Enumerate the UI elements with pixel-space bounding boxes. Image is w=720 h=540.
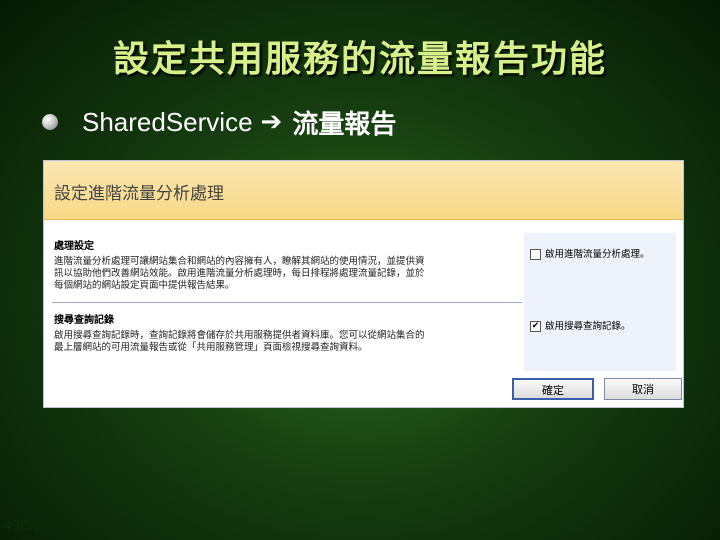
bullet-text: SharedService — [82, 106, 253, 137]
option-advanced-traffic[interactable]: 啟用進階流量分析處理。 — [530, 249, 670, 261]
section-body-processing: 進階流量分析處理可讓網站集合和網站的內容擁有人，瞭解其網站的使用情況，並提供資 … — [54, 256, 514, 292]
bullet-suffix: 流量報告 — [292, 109, 397, 140]
ok-button[interactable]: 確定 — [512, 378, 594, 400]
search-query-section: 搜尋查詢記錄 啟用搜尋查詢記錄時，查詢記錄將會儲存於共用服務提供者資料庫。您可以… — [54, 311, 514, 354]
option-search-query-log[interactable]: ✔ 啟用搜尋查詢記錄。 — [530, 321, 670, 333]
options-panel: 啟用進階流量分析處理。 ✔ 啟用搜尋查詢記錄。 — [524, 233, 676, 371]
bullet-text-group: SharedService ➔ 流量報告 — [82, 104, 396, 141]
section-title-processing: 處理設定 — [54, 241, 94, 252]
slide-title: 設定共用服務的流量報告功能 — [112, 38, 607, 80]
option-label-advanced-traffic: 啟用進階流量分析處理。 — [545, 249, 650, 260]
arrow-right-icon: ➔ — [260, 107, 283, 137]
section-divider — [52, 302, 522, 303]
section-line: 最上層網站的可用流量報告或從「共用服務管理」頁面檢視搜尋查詢資料。 — [54, 342, 368, 353]
page-number: 49/56 — [3, 517, 41, 534]
dialog-header: 設定進階流量分析處理 — [44, 161, 683, 220]
dialog-header-title: 設定進階流量分析處理 — [54, 184, 224, 204]
checkbox-advanced-traffic[interactable] — [530, 249, 541, 260]
settings-screenshot: 設定進階流量分析處理 處理設定 進階流量分析處理可讓網站集合和網站的內容擁有人，… — [43, 160, 684, 408]
section-line: 啟用搜尋查詢記錄時，查詢記錄將會儲存於共用服務提供者資料庫。您可以從網站集合的 — [54, 330, 425, 341]
processing-settings-section: 處理設定 進階流量分析處理可讓網站集合和網站的內容擁有人，瞭解其網站的使用情況，… — [54, 237, 514, 292]
section-line: 進階流量分析處理可讓網站集合和網站的內容擁有人，瞭解其網站的使用情況，並提供資 — [54, 256, 425, 267]
bullet-point: SharedService ➔ 流量報告 — [42, 104, 396, 140]
section-line: 訊以協助他們改善網站效能。啟用進階流量分析處理時，每日排程將處理流量記錄，並於 — [54, 268, 425, 279]
section-body-search: 啟用搜尋查詢記錄時，查詢記錄將會儲存於共用服務提供者資料庫。您可以從網站集合的 … — [54, 330, 514, 354]
section-line: 每個網站的網站設定頁面中提供報告結果。 — [54, 280, 235, 291]
checkbox-search-query-log[interactable]: ✔ — [530, 321, 541, 332]
bullet-dot-icon — [42, 114, 58, 130]
section-title-search: 搜尋查詢記錄 — [54, 315, 114, 326]
option-label-search-query-log: 啟用搜尋查詢記錄。 — [545, 321, 631, 332]
cancel-button[interactable]: 取消 — [604, 378, 682, 400]
